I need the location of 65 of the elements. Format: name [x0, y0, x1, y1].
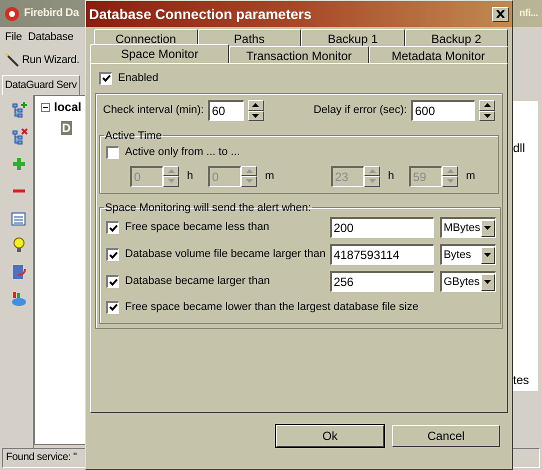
- window-title-end: nfi...: [519, 7, 538, 21]
- active-time-checkbox[interactable]: [106, 146, 119, 159]
- tree-item[interactable]: local: [54, 98, 82, 116]
- app-logo-icon: [4, 6, 20, 22]
- unit-dropdown[interactable]: GBytes: [440, 271, 496, 292]
- spin-buttons[interactable]: [163, 166, 179, 186]
- ok-button[interactable]: Ok: [276, 425, 384, 447]
- amount-field[interactable]: 200: [330, 217, 434, 238]
- delay-field[interactable]: 600: [411, 100, 475, 121]
- tab[interactable]: Backup 1: [301, 29, 404, 46]
- unit-label: h: [186, 168, 194, 184]
- field-label: Delay if error (sec):: [313, 103, 407, 118]
- spin-buttons[interactable]: [364, 166, 380, 186]
- magic-wand-icon: [4, 52, 20, 68]
- list-text: tes: [513, 372, 530, 389]
- checkbox-label: Free space became less than: [124, 220, 270, 236]
- panel-tab[interactable]: DataGuard Serv: [2, 75, 80, 95]
- dialog-title: Database Connection parameters: [89, 4, 313, 24]
- run-wizard-button[interactable]: Run Wizard.: [4, 52, 80, 68]
- dropdown-value: MBytes: [442, 220, 481, 236]
- collapse-toggle[interactable]: [41, 102, 50, 112]
- group-title: Active Time: [104, 128, 163, 144]
- checkbox-label: Database became larger than: [124, 274, 271, 290]
- close-icon: [496, 10, 505, 18]
- amount-field[interactable]: 4187593114: [330, 244, 434, 265]
- rule-checkbox[interactable]: [106, 300, 119, 314]
- spin-buttons[interactable]: [442, 166, 458, 186]
- unit-label: h: [387, 168, 396, 184]
- unit-dropdown[interactable]: MBytes: [440, 217, 496, 238]
- amount-field[interactable]: 256: [330, 271, 434, 292]
- unit-label: m: [264, 168, 276, 184]
- database-connect-icon[interactable]: [10, 290, 28, 308]
- list-text: dll: [513, 140, 526, 157]
- cancel-button[interactable]: Cancel: [392, 425, 500, 447]
- menu-item[interactable]: File: [5, 28, 22, 46]
- spin-buttons[interactable]: [241, 166, 257, 186]
- rule-checkbox[interactable]: [106, 221, 119, 234]
- checkbox-label: Free space became lower than the largest database file size: [124, 300, 418, 315]
- checkbox-label: Active only from ... to ...: [125, 145, 240, 160]
- close-button[interactable]: [492, 6, 509, 22]
- spin-buttons[interactable]: [479, 100, 495, 121]
- unit-label: m: [465, 168, 476, 184]
- group-title: Space Monitoring will send the alert when:: [104, 200, 312, 216]
- dropdown-value: Bytes: [442, 248, 472, 263]
- tree-item[interactable]: D: [61, 121, 72, 135]
- check-interval-field[interactable]: 60: [208, 100, 244, 121]
- checkbox-label: Database volume file became larger than: [124, 247, 326, 262]
- rule-checkbox[interactable]: [106, 248, 119, 261]
- tab[interactable]: Paths: [198, 29, 301, 46]
- tree-remove-icon[interactable]: [10, 128, 28, 146]
- checkbox-label: Enabled: [118, 71, 158, 86]
- field-label: Check interval (min):: [103, 103, 204, 118]
- menu-item[interactable]: Database: [28, 28, 74, 46]
- status-text: Found service: ": [6, 450, 77, 466]
- dropdown-value: GBytes: [442, 274, 481, 290]
- spin-buttons[interactable]: [248, 100, 264, 121]
- tab[interactable]: Space Monitor: [90, 44, 230, 63]
- tab[interactable]: Transaction Monitor: [229, 46, 369, 63]
- rule-checkbox[interactable]: [106, 275, 119, 288]
- tab[interactable]: Backup 2: [404, 29, 508, 46]
- tab[interactable]: Metadata Monitor: [368, 46, 508, 63]
- enabled-checkbox[interactable]: [99, 72, 112, 85]
- tree-add-icon[interactable]: [10, 101, 28, 119]
- window-title: Firebird Da: [24, 6, 79, 22]
- unit-dropdown[interactable]: Bytes: [440, 244, 496, 265]
